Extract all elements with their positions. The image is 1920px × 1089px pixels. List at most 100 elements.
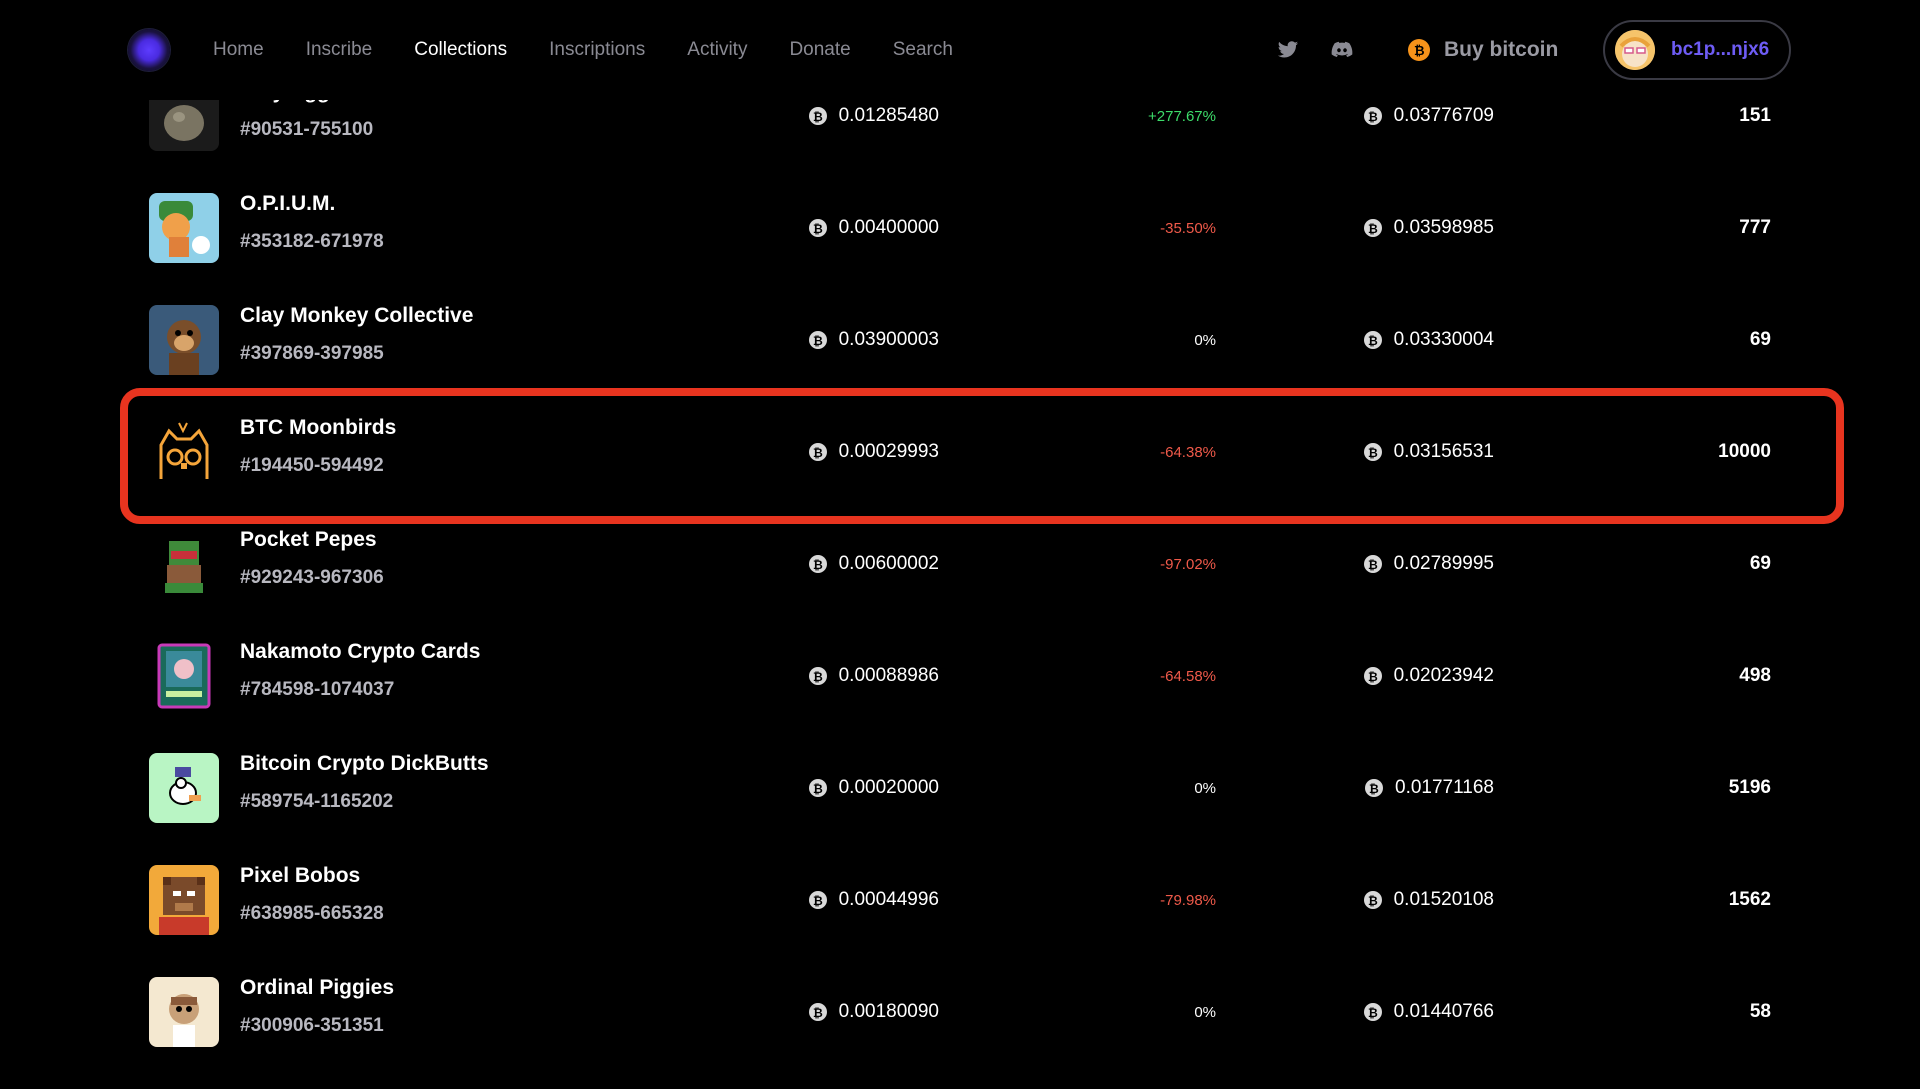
svg-text:₿: ₿ <box>1368 110 1378 123</box>
collection-name[interactable]: Pocket Pepes <box>240 528 377 552</box>
collection-name[interactable]: Ordinal Piggies <box>240 976 394 1000</box>
bitcoin-icon: ₿ <box>808 779 827 797</box>
svg-text:₿: ₿ <box>1368 334 1378 347</box>
volume: ₿ 0.03156531 <box>1363 441 1494 463</box>
svg-text:₿: ₿ <box>813 1006 823 1019</box>
supply-count: 1562 <box>1728 889 1771 910</box>
floor-price: ₿ 0.00400000 <box>808 217 939 239</box>
inscription-range: #397869-397985 <box>240 343 384 364</box>
bitcoin-icon: ₿ <box>1363 891 1382 909</box>
collection-thumbnail[interactable] <box>149 305 219 375</box>
collection-thumbnail[interactable] <box>149 977 219 1047</box>
volume-value: 0.03330004 <box>1393 329 1494 350</box>
nav-inscriptions[interactable]: Inscriptions <box>549 38 645 62</box>
svg-text:₿: ₿ <box>813 894 823 907</box>
bitcoin-icon: ₿ <box>1363 107 1382 125</box>
collection-thumbnail[interactable] <box>149 417 219 487</box>
floor-price: ₿ 0.00044996 <box>808 889 939 911</box>
table-row[interactable]: O.P.I.U.M. #353182-671978 ₿ 0.00400000 -35.5… <box>0 172 1920 284</box>
bitcoin-icon: ₿ <box>1363 667 1382 685</box>
svg-text:₿: ₿ <box>1414 44 1425 57</box>
collection-name[interactable]: Nakamoto Crypto Cards <box>240 640 480 664</box>
collection-name[interactable]: Clay Monkey Collective <box>240 304 473 328</box>
floor-price-value: 0.00600002 <box>838 553 939 574</box>
svg-text:₿: ₿ <box>1368 558 1378 571</box>
floor-price: ₿ 0.00088986 <box>808 665 939 687</box>
svg-text:₿: ₿ <box>1368 894 1378 907</box>
table-row[interactable]: Bitcoin Crypto DickButts #589754-1165202 ₿… <box>0 732 1920 844</box>
wallet-button[interactable]: bc1p...njx6 <box>1603 20 1791 80</box>
inscription-range: #300906-351351 <box>240 1015 384 1036</box>
table-row[interactable]: BTC Moonbirds #194450-594492 ₿ 0.00029993 -6… <box>0 396 1920 508</box>
nav-donate[interactable]: Donate <box>789 38 850 62</box>
price-change: 0% <box>1194 1004 1216 1021</box>
floor-price: ₿ 0.00600002 <box>808 553 939 575</box>
price-change: -64.38% <box>1160 444 1216 461</box>
floor-price-value: 0.00400000 <box>838 217 939 238</box>
inscription-range: #194450-594492 <box>240 455 384 476</box>
nav-inscribe[interactable]: Inscribe <box>306 38 373 62</box>
logo-icon[interactable] <box>128 29 170 71</box>
supply-count: 69 <box>1749 329 1771 350</box>
page: Clay Eggs#90531-755100₿0.01285480+277.67… <box>0 0 1920 1089</box>
floor-price: ₿ 0.00180090 <box>808 1001 939 1023</box>
floor-price-value: 0.00088986 <box>838 665 939 686</box>
supply-count: 10000 <box>1718 441 1771 462</box>
table-row[interactable]: Pixel Bobos #638985-665328 ₿ 0.00044996 -79.… <box>0 844 1920 956</box>
bitcoin-icon: ₿ <box>808 443 827 461</box>
volume: ₿ 0.01520108 <box>1363 889 1494 911</box>
volume: ₿ 0.03330004 <box>1363 329 1494 351</box>
buy-bitcoin-button[interactable]: ₿ Buy bitcoin <box>1408 38 1558 62</box>
collection-thumbnail[interactable] <box>149 865 219 935</box>
nav-search[interactable]: Search <box>893 38 953 62</box>
collection-name[interactable]: BTC Moonbirds <box>240 416 396 440</box>
svg-text:₿: ₿ <box>813 334 823 347</box>
volume: ₿ 0.02789995 <box>1363 553 1494 575</box>
inscription-range: #784598-1074037 <box>240 679 395 700</box>
volume: ₿ 0.03598985 <box>1363 217 1494 239</box>
collection-thumbnail[interactable] <box>149 193 219 263</box>
nav-home[interactable]: Home <box>213 38 264 62</box>
svg-text:₿: ₿ <box>813 782 823 795</box>
svg-text:₿: ₿ <box>813 222 823 235</box>
table-row[interactable]: Pocket Pepes #929243-967306 ₿ 0.00600002 -97… <box>0 508 1920 620</box>
supply-count: 58 <box>1749 1001 1771 1022</box>
bitcoin-icon: ₿ <box>808 1003 827 1021</box>
collection-thumbnail[interactable] <box>149 641 219 711</box>
svg-text:₿: ₿ <box>1368 222 1378 235</box>
supply-count: 498 <box>1739 665 1771 686</box>
collection-thumbnail[interactable] <box>149 529 219 599</box>
nav-activity[interactable]: Activity <box>687 38 747 62</box>
bitcoin-icon: ₿ <box>1363 219 1382 237</box>
volume: ₿ 0.01440766 <box>1363 1001 1494 1023</box>
table-row[interactable]: Ordinal Piggies #300906-351351 ₿ 0.00180090… <box>0 956 1920 1068</box>
nav-collections[interactable]: Collections <box>414 38 507 62</box>
volume-value: 0.01440766 <box>1393 1001 1494 1022</box>
table-row[interactable]: Clay Monkey Collective #397869-397985 ₿ 0.0… <box>0 284 1920 396</box>
svg-text:₿: ₿ <box>813 110 823 123</box>
discord-icon[interactable] <box>1331 39 1353 61</box>
bitcoin-icon: ₿ <box>808 555 827 573</box>
table-row[interactable]: Nakamoto Crypto Cards #784598-1074037 ₿ 0.0… <box>0 620 1920 732</box>
volume-value: 0.02023942 <box>1393 665 1494 686</box>
collection-name[interactable]: Bitcoin Crypto DickButts <box>240 752 489 776</box>
volume: ₿ 0.02023942 <box>1363 665 1494 687</box>
collection-name[interactable]: O.P.I.U.M. <box>240 192 335 216</box>
volume-value: 0.01520108 <box>1393 889 1494 910</box>
floor-price: ₿ 0.00029993 <box>808 441 939 463</box>
floor-price-value: 0.00020000 <box>838 777 939 798</box>
price-change: -97.02% <box>1160 556 1216 573</box>
svg-text:₿: ₿ <box>813 558 823 571</box>
floor-price-value: 0.01285480 <box>838 105 939 126</box>
price-change: -35.50% <box>1160 220 1216 237</box>
price-change: -64.58% <box>1160 668 1216 685</box>
floor-price: ₿ 0.03900003 <box>808 329 939 351</box>
collection-name[interactable]: Pixel Bobos <box>240 864 360 888</box>
volume-value: 0.02789995 <box>1393 553 1494 574</box>
twitter-icon[interactable] <box>1277 39 1299 61</box>
volume-value: 0.03598985 <box>1393 217 1494 238</box>
floor-price-value: 0.00044996 <box>838 889 939 910</box>
collection-thumbnail[interactable] <box>149 753 219 823</box>
floor-price: ₿ 0.00020000 <box>808 777 939 799</box>
bitcoin-icon: ₿ <box>1408 39 1430 61</box>
